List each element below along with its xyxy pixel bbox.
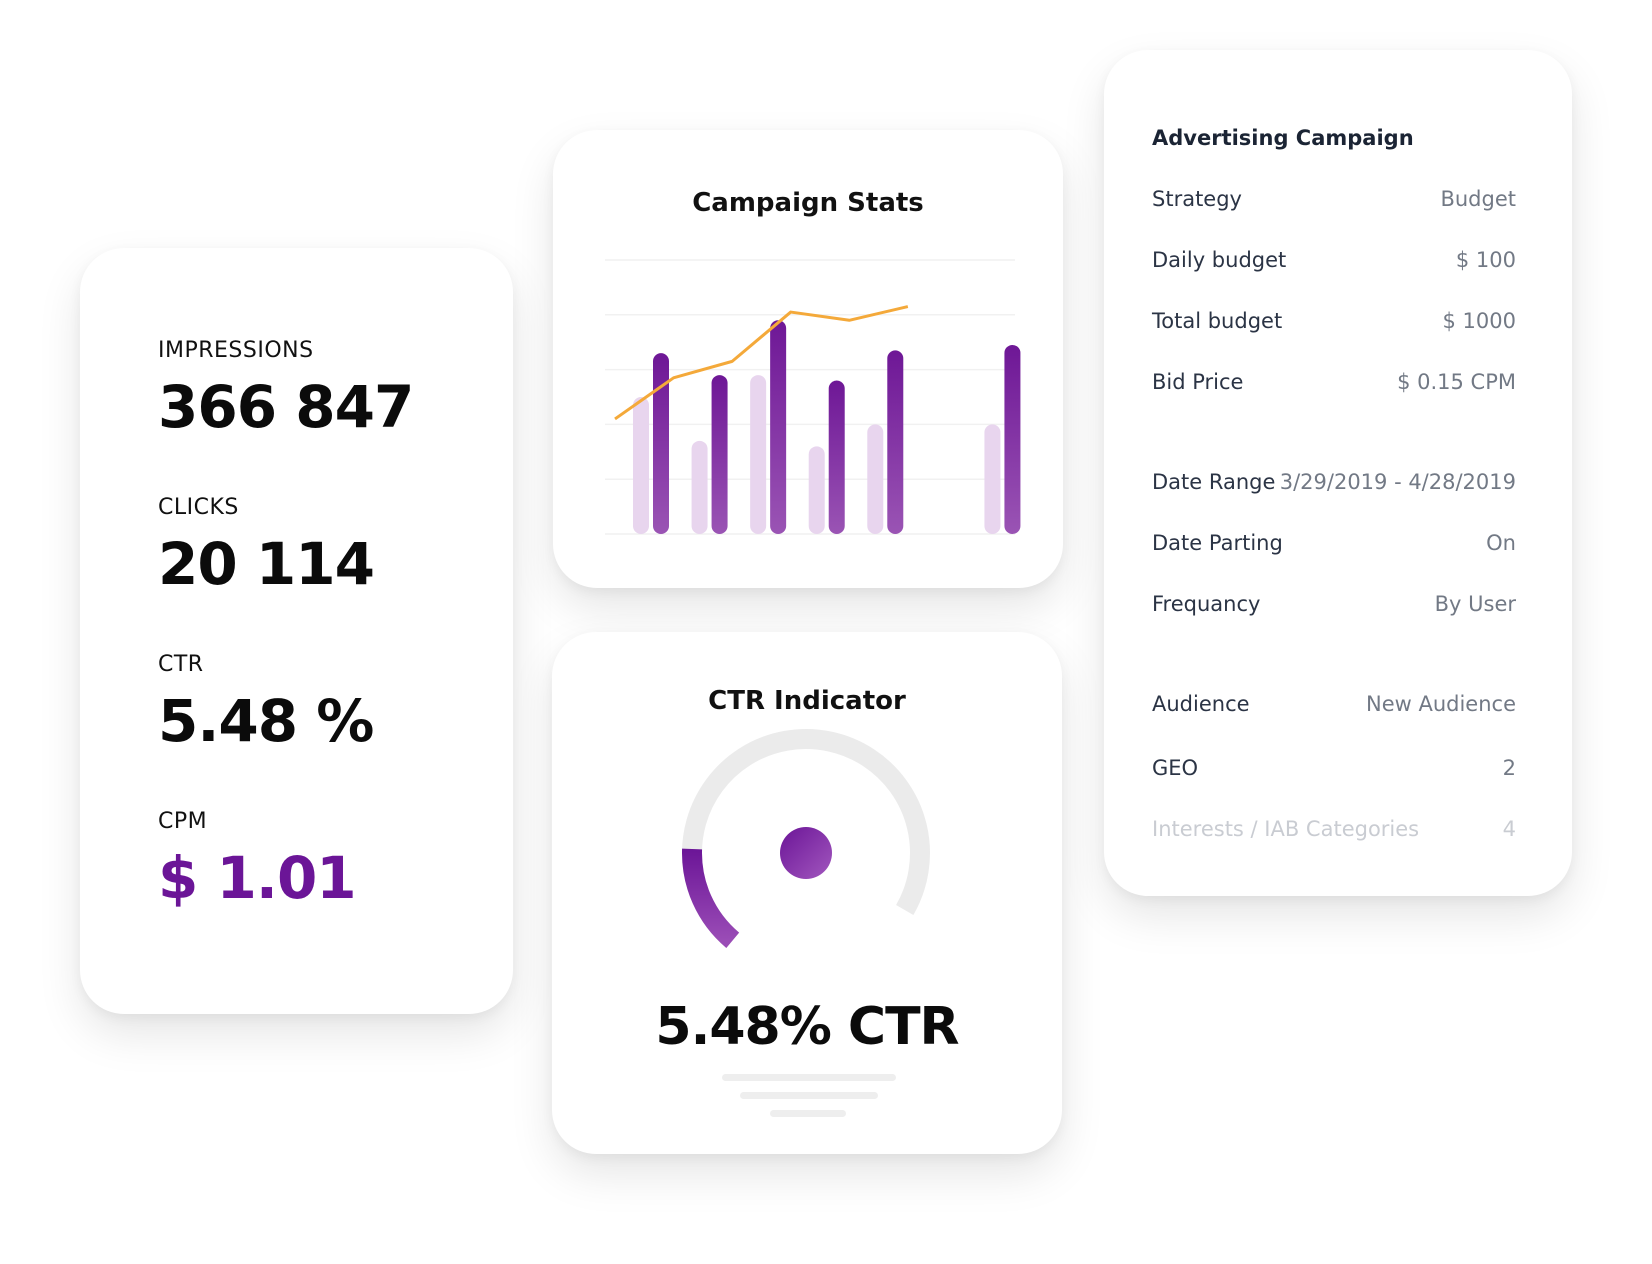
row-value: New Audience bbox=[1365, 692, 1516, 716]
ctr-indicator-value: 5.48% CTR bbox=[655, 997, 959, 1057]
impressions-value: 366 847 bbox=[158, 373, 414, 441]
row-value: 2 bbox=[1502, 756, 1516, 780]
row-label: Date Range bbox=[1152, 470, 1276, 494]
cpm-metric: CPM $ 1.01 bbox=[158, 807, 513, 964]
chart-bar-dark bbox=[887, 350, 904, 534]
row-label: Frequancy bbox=[1152, 592, 1261, 616]
row-label: Daily budget bbox=[1152, 248, 1287, 272]
campaign-stats-card: Campaign Stats bbox=[553, 130, 1063, 588]
chart-bar-light bbox=[867, 424, 884, 534]
ctr-indicator-card: CTR Indicator 5.48% CTR bbox=[552, 632, 1062, 1154]
clicks-metric: CLICKS 20 114 bbox=[158, 493, 513, 650]
row-label: Strategy bbox=[1152, 187, 1242, 211]
campaign-row-date-parting: Date Parting On bbox=[1152, 528, 1516, 558]
row-value: 3/29/2019 - 4/28/2019 bbox=[1279, 470, 1516, 494]
campaign-stats-chart bbox=[605, 259, 1021, 535]
row-label: Audience bbox=[1152, 692, 1250, 716]
cpm-value: $ 1.01 bbox=[158, 844, 357, 912]
chart-bar-dark bbox=[711, 375, 728, 534]
row-label: Bid Price bbox=[1152, 370, 1244, 394]
campaign-row-bid-price: Bid Price $ 0.15 CPM bbox=[1152, 367, 1516, 397]
chart-bar-light bbox=[808, 446, 825, 534]
row-label: Total budget bbox=[1152, 309, 1283, 333]
metrics-card: IMPRESSIONS 366 847 CLICKS 20 114 CTR 5.… bbox=[80, 248, 513, 1014]
chart-bar-dark bbox=[770, 320, 787, 534]
campaign-row-date-range: Date Range 3/29/2019 - 4/28/2019 bbox=[1152, 467, 1516, 497]
row-value: By User bbox=[1434, 592, 1516, 616]
campaign-row-total-budget: Total budget $ 1000 bbox=[1152, 306, 1516, 336]
campaign-row-daily-budget: Daily budget $ 100 bbox=[1152, 245, 1516, 275]
campaign-row-interests: Interests / IAB Categories 4 bbox=[1152, 814, 1516, 844]
placeholder-line bbox=[770, 1110, 846, 1117]
ctr-gauge bbox=[682, 729, 930, 948]
ctr-label: CTR bbox=[158, 652, 204, 677]
row-value: On bbox=[1486, 531, 1516, 555]
chart-bar-dark bbox=[653, 353, 669, 534]
campaign-row-frequency: Frequancy By User bbox=[1152, 589, 1516, 619]
row-value: $ 1000 bbox=[1442, 309, 1516, 333]
row-value: Budget bbox=[1440, 187, 1516, 211]
advertising-campaign-card: Advertising Campaign Strategy Budget Dai… bbox=[1104, 50, 1572, 896]
gauge-center-dot bbox=[780, 827, 832, 879]
chart-bar-light bbox=[984, 424, 1001, 534]
impressions-metric: IMPRESSIONS 366 847 bbox=[158, 336, 513, 493]
gauge-fill bbox=[682, 848, 740, 948]
row-label: Interests / IAB Categories bbox=[1152, 817, 1420, 841]
campaign-row-strategy: Strategy Budget bbox=[1152, 184, 1516, 214]
row-value: $ 0.15 CPM bbox=[1397, 370, 1516, 394]
row-value: 4 bbox=[1502, 817, 1516, 841]
clicks-value: 20 114 bbox=[158, 530, 375, 598]
chart-bar-light bbox=[691, 440, 708, 534]
campaign-row-geo: GEO 2 bbox=[1152, 753, 1516, 783]
chart-bar-dark bbox=[1004, 344, 1021, 534]
row-label: GEO bbox=[1152, 756, 1199, 780]
placeholder-line bbox=[740, 1092, 878, 1099]
clicks-label: CLICKS bbox=[158, 495, 239, 520]
chart-bar-dark bbox=[828, 380, 845, 534]
row-label: Date Parting bbox=[1152, 531, 1283, 555]
ctr-metric: CTR 5.48 % bbox=[158, 650, 513, 807]
ctr-value: 5.48 % bbox=[158, 687, 374, 755]
placeholder-line bbox=[722, 1074, 896, 1081]
row-value: $ 100 bbox=[1455, 248, 1516, 272]
chart-bar-light bbox=[750, 375, 767, 534]
chart-bar-light bbox=[633, 397, 649, 534]
cpm-label: CPM bbox=[158, 809, 208, 834]
advertising-campaign-title: Advertising Campaign bbox=[1152, 126, 1414, 150]
campaign-row-audience: Audience New Audience bbox=[1152, 689, 1516, 719]
impressions-label: IMPRESSIONS bbox=[158, 338, 314, 363]
